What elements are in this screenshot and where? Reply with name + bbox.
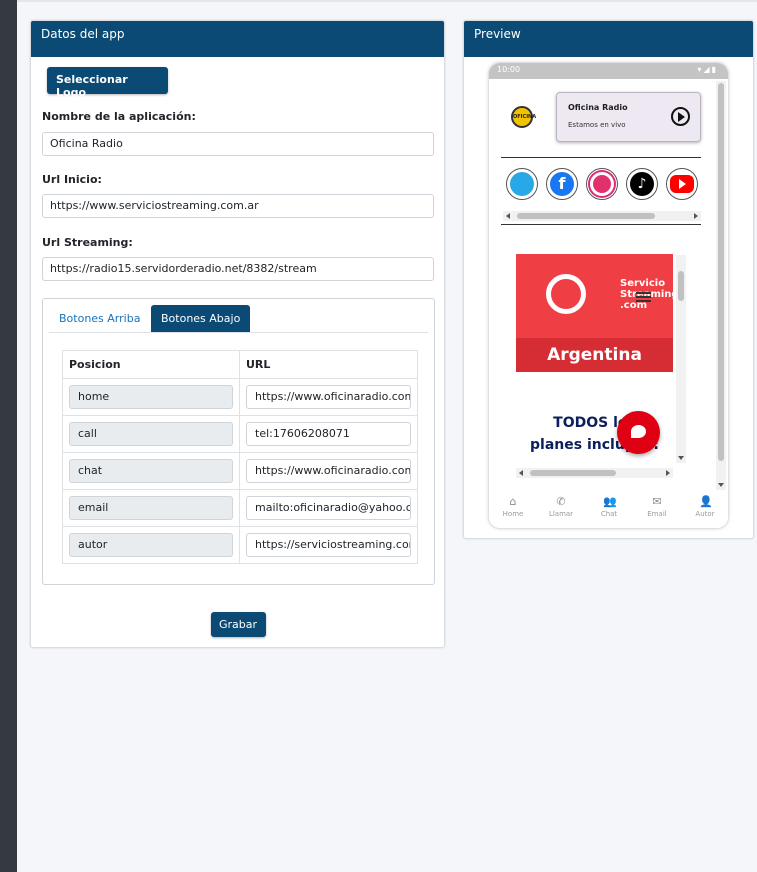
status-time: 10:00	[497, 65, 521, 74]
divider-top	[501, 157, 701, 158]
person-icon: 👤	[699, 495, 713, 508]
url-inicio-input[interactable]: https://www.serviciostreaming.com.ar	[42, 194, 434, 218]
position-field-home: home	[69, 385, 233, 409]
buttons-tab-panel: Botones Arriba Botones Abajo Posicion UR…	[42, 298, 435, 585]
scroll-left-arrow[interactable]	[506, 213, 510, 219]
chat-fab-button[interactable]	[617, 411, 660, 454]
facebook-icon[interactable]: f	[546, 168, 578, 200]
app-name-label: Nombre de la aplicación:	[42, 110, 196, 123]
banner-country: Argentina	[516, 338, 673, 372]
mail-icon: ✉	[652, 495, 662, 508]
column-header-posicion: Posicion	[62, 350, 240, 379]
preview-header: Preview	[464, 21, 753, 57]
nav-item-email[interactable]: ✉ Email	[635, 495, 679, 519]
nav-item-chat[interactable]: 👥 Chat	[587, 495, 631, 519]
table-row: home https://www.oficinaradio.com	[62, 378, 418, 416]
chat-bubble-icon	[631, 425, 646, 438]
url-input-email[interactable]: mailto:oficinaradio@yahoo.com	[246, 496, 411, 520]
tabs-divider	[49, 332, 428, 333]
bottom-navbar: ⌂ Home ✆ Llamar 👥 Chat ✉ Email 👤 Autor	[489, 492, 728, 528]
streaming-banner: Servicio Streaming .com Argentina	[516, 254, 673, 372]
tab-botones-arriba[interactable]: Botones Arriba	[49, 305, 150, 332]
position-field-email: email	[69, 496, 233, 520]
url-input-call[interactable]: tel:17606208071	[246, 422, 411, 446]
nav-item-home[interactable]: ⌂ Home	[491, 495, 535, 519]
table-row: chat https://www.oficinaradio.com	[62, 452, 418, 490]
page-vscrollbar[interactable]	[716, 81, 726, 490]
url-streaming-input[interactable]: https://radio15.servidorderadio.net/8382…	[42, 257, 434, 281]
home-icon: ⌂	[509, 495, 517, 508]
sidebar-collapsed	[0, 0, 17, 872]
nav-label: Email	[647, 510, 667, 518]
youtube-icon[interactable]	[666, 168, 698, 200]
scroll-right-arrow[interactable]	[694, 213, 698, 219]
nav-label: Llamar	[548, 510, 574, 518]
position-field-chat: chat	[69, 459, 233, 483]
table-header-row: Posicion URL	[62, 350, 418, 379]
radio-player: Oficina Radio Estamos en vivo	[556, 92, 701, 142]
url-input-chat[interactable]: https://www.oficinaradio.com	[246, 459, 411, 483]
phone-preview: 10:00 ▾◢▮ OFICINA Oficina Radio Estamos …	[488, 62, 729, 529]
position-field-autor: autor	[69, 533, 233, 557]
tab-botones-abajo[interactable]: Botones Abajo	[151, 305, 251, 332]
people-icon: 👥	[603, 495, 617, 508]
url-inicio-label: Url Inicio:	[42, 173, 102, 186]
scroll-thumb[interactable]	[517, 213, 655, 219]
phone-status-bar: 10:00 ▾◢▮	[489, 63, 728, 79]
save-button[interactable]: Grabar	[211, 612, 266, 637]
banner-brand-line1: Servicio	[620, 278, 666, 289]
app-name-input[interactable]: Oficina Radio	[42, 132, 434, 156]
menu-icon[interactable]	[636, 292, 651, 302]
divider-bottom	[501, 224, 701, 225]
play-icon[interactable]	[671, 107, 690, 126]
nav-label: Home	[502, 510, 524, 518]
url-input-autor[interactable]: https://serviciostreaming.com.ar	[246, 533, 411, 557]
column-header-url: URL	[239, 350, 418, 379]
nav-item-llamar[interactable]: ✆ Llamar	[539, 495, 583, 519]
table-row: email mailto:oficinaradio@yahoo.com	[62, 489, 418, 527]
content-vscrollbar[interactable]	[676, 255, 686, 463]
player-subtitle: Estamos en vivo	[568, 121, 626, 129]
nav-label: Autor	[695, 510, 715, 518]
url-streaming-label: Url Streaming:	[42, 236, 133, 249]
status-icons: ▾◢▮	[697, 65, 718, 74]
station-logo: OFICINA	[511, 106, 536, 128]
player-title: Oficina Radio	[568, 103, 628, 112]
position-field-call: call	[69, 422, 233, 446]
web-icon[interactable]	[506, 168, 538, 200]
content-hscrollbar[interactable]	[516, 468, 673, 478]
app-data-card: Datos del app Seleccionar Logo Nombre de…	[30, 20, 445, 648]
preview-card: Preview 10:00 ▾◢▮ OFICINA Oficina Radio …	[463, 20, 754, 539]
buttons-table: Posicion URL home https://www.oficinarad…	[62, 350, 418, 564]
social-hscrollbar[interactable]	[503, 211, 701, 221]
top-divider	[17, 0, 757, 2]
nav-item-autor[interactable]: 👤 Autor	[683, 495, 727, 519]
select-logo-button[interactable]: Seleccionar Logo	[47, 67, 168, 99]
instagram-icon[interactable]	[586, 168, 618, 200]
url-input-home[interactable]: https://www.oficinaradio.com	[246, 385, 411, 409]
tiktok-icon[interactable]: ♪	[626, 168, 658, 200]
table-row: call tel:17606208071	[62, 415, 418, 453]
app-data-header: Datos del app	[31, 21, 444, 57]
phone-icon: ✆	[556, 495, 566, 508]
nav-label: Chat	[600, 510, 618, 518]
banner-logo	[546, 274, 586, 314]
table-row: autor https://serviciostreaming.com.ar	[62, 526, 418, 564]
